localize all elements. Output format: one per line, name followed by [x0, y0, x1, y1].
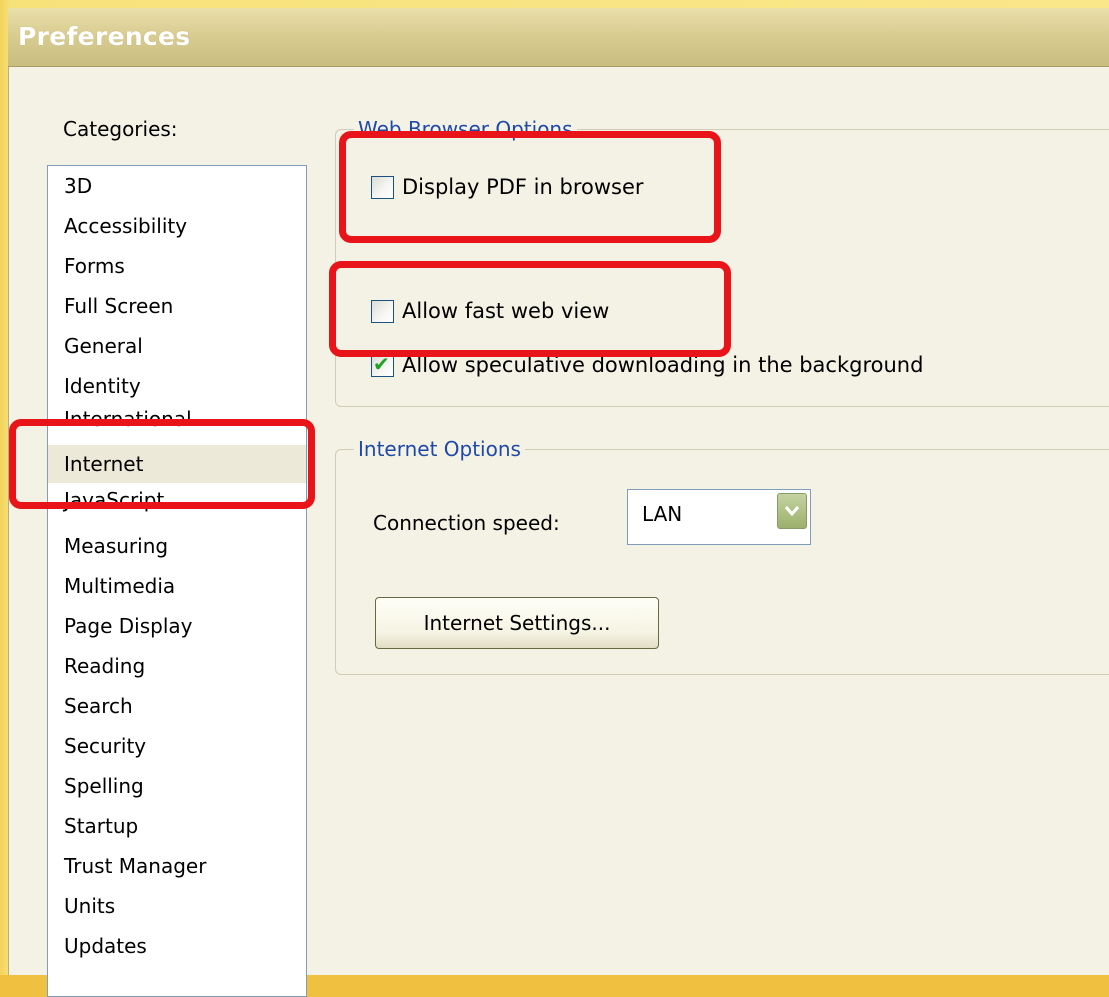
window-title: Preferences	[18, 22, 191, 51]
category-measuring[interactable]: Measuring	[64, 534, 168, 558]
category-updates[interactable]: Updates	[64, 934, 147, 958]
category-multimedia[interactable]: Multimedia	[64, 574, 175, 598]
display-pdf-in-browser-option[interactable]: Display PDF in browser	[371, 175, 644, 199]
category-units[interactable]: Units	[64, 894, 115, 918]
desktop-background: Preferences Categories: 3D Accessibility…	[0, 0, 1109, 997]
category-trust-manager[interactable]: Trust Manager	[64, 854, 206, 878]
internet-options-legend: Internet Options	[358, 437, 521, 461]
speculative-download-option[interactable]: ✔ Allow speculative downloading in the b…	[371, 351, 924, 377]
category-javascript[interactable]: JavaScript	[64, 488, 164, 512]
category-internet[interactable]: Internet	[48, 445, 306, 483]
category-international[interactable]: International	[64, 407, 192, 431]
fast-web-view-checkbox[interactable]	[371, 299, 394, 323]
category-identity[interactable]: Identity	[64, 374, 141, 398]
speculative-download-checkbox[interactable]: ✔	[371, 351, 394, 377]
display-pdf-checkbox[interactable]	[371, 175, 394, 199]
internet-settings-button[interactable]: Internet Settings...	[375, 597, 659, 649]
category-full-screen[interactable]: Full Screen	[64, 294, 173, 318]
categories-label: Categories:	[63, 117, 178, 141]
category-accessibility[interactable]: Accessibility	[64, 214, 187, 238]
fast-web-view-option[interactable]: Allow fast web view	[371, 299, 609, 323]
title-bar[interactable]: Preferences	[8, 8, 1109, 67]
chevron-down-icon	[784, 506, 800, 517]
display-pdf-label: Display PDF in browser	[402, 175, 644, 199]
connection-speed-value: LAN	[642, 502, 683, 526]
category-3d[interactable]: 3D	[64, 174, 92, 198]
category-page-display[interactable]: Page Display	[64, 614, 193, 638]
connection-speed-select[interactable]: LAN	[627, 489, 811, 545]
category-reading[interactable]: Reading	[64, 654, 145, 678]
category-search[interactable]: Search	[64, 694, 133, 718]
categories-list[interactable]: 3D Accessibility Forms Full Screen Gener…	[47, 165, 307, 997]
speculative-download-label: Allow speculative downloading in the bac…	[402, 353, 924, 377]
category-general[interactable]: General	[64, 334, 143, 358]
category-forms[interactable]: Forms	[64, 254, 125, 278]
connection-speed-label: Connection speed:	[373, 511, 560, 535]
category-startup[interactable]: Startup	[64, 814, 138, 838]
dialog-body: Categories: 3D Accessibility Forms Full …	[8, 67, 1109, 997]
check-mark-icon: ✔	[373, 351, 390, 376]
category-security[interactable]: Security	[64, 734, 146, 758]
fast-web-view-label: Allow fast web view	[402, 299, 610, 323]
category-spelling[interactable]: Spelling	[64, 774, 144, 798]
web-browser-options-legend: Web Browser Options	[358, 117, 573, 141]
dropdown-arrow-button[interactable]	[777, 493, 807, 529]
